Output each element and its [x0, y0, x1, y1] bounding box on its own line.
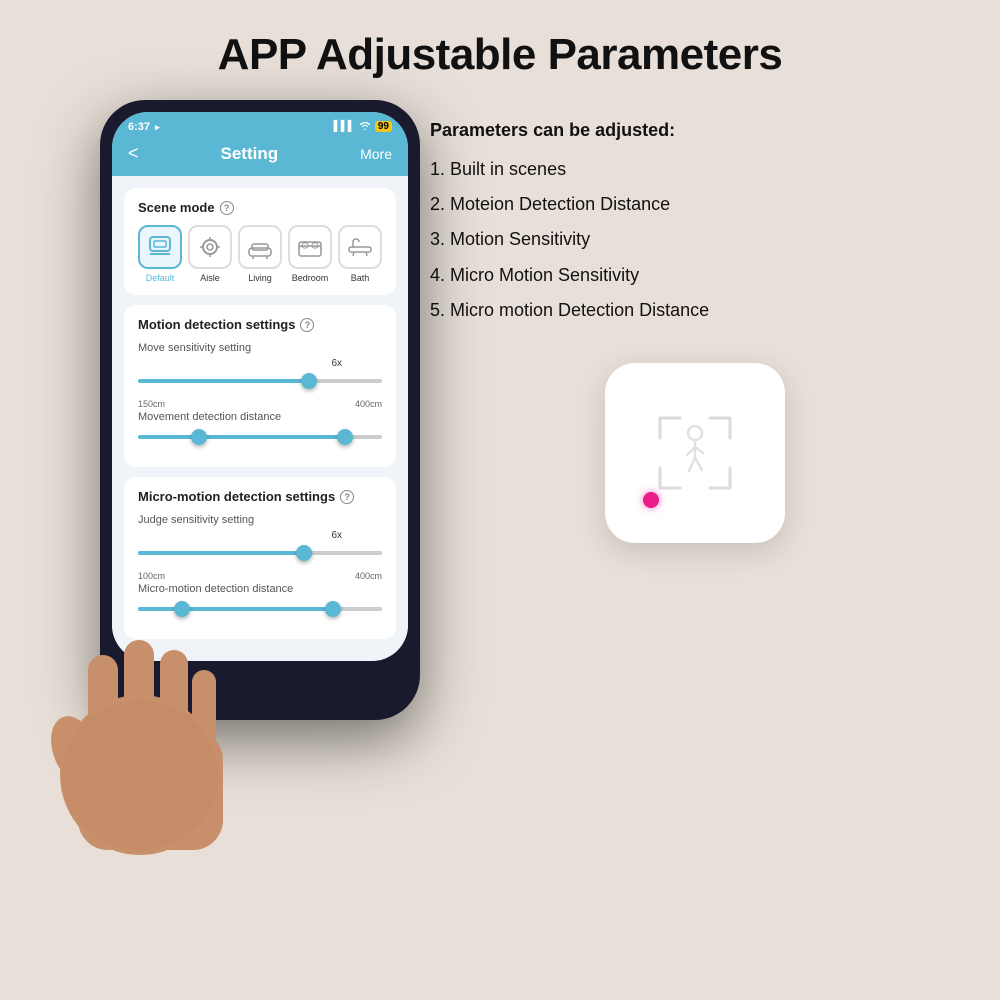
- micro-help-icon[interactable]: ?: [340, 490, 354, 504]
- distance-range-labels: 150cm 400cm: [138, 399, 382, 409]
- scene-mode-card: Scene mode ?: [124, 188, 396, 295]
- motion-help-icon[interactable]: ?: [300, 318, 314, 332]
- parameters-section: Parameters can be adjusted: 1. Built in …: [400, 100, 970, 563]
- distance-slider[interactable]: [138, 427, 382, 447]
- scene-bath[interactable]: Bath: [338, 225, 382, 283]
- signal-icon: ▌▌▌: [334, 121, 355, 132]
- scene-bath-icon: [338, 225, 382, 269]
- param-4: 4. Micro Motion Sensitivity: [430, 263, 960, 288]
- screen-title: Setting: [221, 144, 279, 164]
- scene-living-icon: [238, 225, 282, 269]
- sensitivity-slider[interactable]: [138, 371, 382, 391]
- param-3-text: Motion Sensitivity: [450, 229, 590, 249]
- scene-bath-label: Bath: [351, 273, 370, 283]
- motion-detection-title: Motion detection settings ?: [138, 317, 382, 332]
- param-3-number: 3.: [430, 229, 450, 249]
- param-2-number: 2.: [430, 194, 450, 214]
- scene-bedroom-icon: [288, 225, 332, 269]
- scene-aisle-icon: [188, 225, 232, 269]
- scene-living[interactable]: Living: [238, 225, 282, 283]
- wifi-icon: [359, 120, 371, 133]
- device-sensor: [605, 363, 785, 543]
- scene-aisle-label: Aisle: [200, 273, 220, 283]
- param-4-text: Micro Motion Sensitivity: [450, 265, 639, 285]
- param-4-number: 4.: [430, 265, 450, 285]
- param-5-text: Micro motion Detection Distance: [450, 300, 709, 320]
- param-5: 5. Micro motion Detection Distance: [430, 298, 960, 323]
- param-5-number: 5.: [430, 300, 450, 320]
- scene-mode-title: Scene mode ?: [138, 200, 382, 215]
- motion-detection-card: Motion detection settings ? Move sensiti…: [124, 305, 396, 467]
- param-1-text: Built in scenes: [450, 159, 566, 179]
- status-bar: 6:37 ▸ ▌▌▌ 99: [112, 112, 408, 137]
- micro-motion-title: Micro-motion detection settings ?: [138, 489, 382, 504]
- scene-bedroom[interactable]: Bedroom: [288, 225, 332, 283]
- device-led: [643, 492, 659, 508]
- sensitivity-value: 6x: [138, 358, 382, 369]
- distance-label: Movement detection distance: [138, 411, 382, 423]
- param-2-text: Moteion Detection Distance: [450, 194, 670, 214]
- app-header: < Setting More: [112, 137, 408, 176]
- page-title: APP Adjustable Parameters: [0, 0, 1000, 100]
- judge-sensitivity-value: 6x: [138, 530, 382, 541]
- param-1-number: 1.: [430, 159, 450, 179]
- motion-sensor-icon: [645, 403, 745, 503]
- judge-sensitivity-label: Judge sensitivity setting: [138, 514, 382, 526]
- battery-indicator: 99: [375, 121, 392, 132]
- hand-image: [30, 555, 250, 860]
- scene-aisle[interactable]: Aisle: [188, 225, 232, 283]
- param-1: 1. Built in scenes: [430, 157, 960, 182]
- scene-default[interactable]: Default: [138, 225, 182, 283]
- scene-bedroom-label: Bedroom: [292, 273, 329, 283]
- param-2: 2. Moteion Detection Distance: [430, 192, 960, 217]
- back-button[interactable]: <: [128, 143, 139, 164]
- scene-default-icon: [138, 225, 182, 269]
- params-intro: Parameters can be adjusted:: [430, 120, 960, 141]
- param-3: 3. Motion Sensitivity: [430, 227, 960, 252]
- more-button[interactable]: More: [360, 146, 392, 162]
- scene-default-label: Default: [146, 273, 175, 283]
- status-time: 6:37 ▸: [128, 121, 160, 133]
- sensitivity-label: Move sensitivity setting: [138, 342, 382, 354]
- scene-icons-row: Default: [138, 225, 382, 283]
- scene-living-label: Living: [248, 273, 272, 283]
- scene-help-icon[interactable]: ?: [220, 201, 234, 215]
